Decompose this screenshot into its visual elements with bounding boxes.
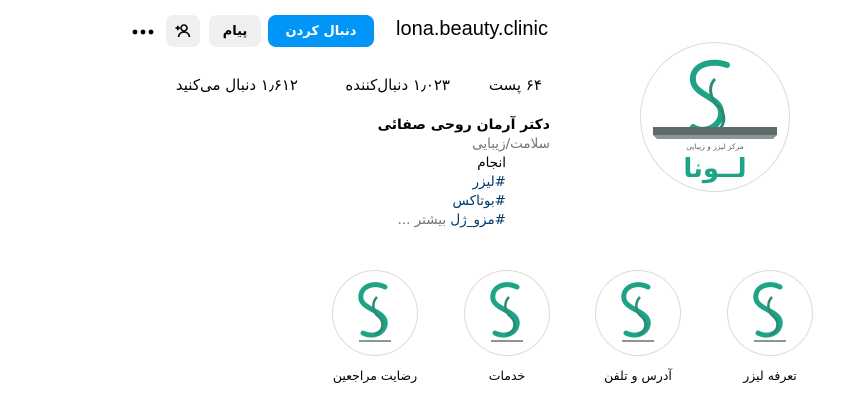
highlight-item[interactable]: خدمات [463, 270, 551, 383]
highlight-item[interactable]: تعرفه لیزر [726, 270, 814, 383]
lona-s-logo-icon [490, 282, 523, 342]
suggest-user-button[interactable] [166, 15, 200, 47]
highlight-label: خدمات [488, 368, 526, 383]
add-person-icon [175, 24, 191, 38]
profile-username: lona.beauty.clinic [396, 18, 548, 40]
bio-name: دکتر آرمان روحی صفائی [377, 117, 550, 133]
highlight-cover[interactable] [727, 270, 813, 356]
profile-bio: دکتر آرمان روحی صفائی سلامت/زیبایی انجام… [378, 116, 550, 230]
more-options-button[interactable] [128, 20, 158, 44]
highlight-label: تعرفه لیزر [743, 368, 797, 383]
highlight-label: رضایت مراجعین [332, 368, 418, 383]
message-button[interactable]: پیام [209, 15, 261, 47]
highlight-cover[interactable] [464, 270, 550, 356]
hashtag-link[interactable]: #لیزر [473, 174, 506, 190]
ellipsis-icon [132, 29, 154, 35]
logo-tagline: مرکز لیزر و زیبایی [686, 142, 744, 151]
logo-brand: لــونا [683, 154, 746, 184]
bio-category: سلامت/زیبایی [472, 136, 550, 152]
highlight-cover[interactable] [332, 270, 418, 356]
highlight-item[interactable]: آدرس و تلفن [594, 270, 682, 383]
followers-count[interactable]: ۱٫۰۲۳ دنبال‌کننده [345, 76, 450, 94]
bio-text-line: انجام [477, 155, 506, 171]
hashtag-link[interactable]: #مزو_ژل [450, 212, 506, 228]
lona-s-logo-icon [621, 282, 654, 342]
profile-avatar[interactable]: مرکز لیزر و زیبایی لــونا [640, 42, 790, 192]
lona-s-logo-icon [358, 282, 391, 342]
more-link[interactable]: بیشتر ... [398, 212, 447, 228]
posts-count: ۶۴ پست [488, 76, 542, 94]
following-count[interactable]: ۱٫۶۱۲ دنبال می‌کنید [176, 76, 298, 94]
follow-button[interactable]: دنبال کردن [268, 15, 374, 47]
lona-s-logo-icon [753, 282, 786, 342]
highlight-cover[interactable] [595, 270, 681, 356]
lona-logo: مرکز لیزر و زیبایی لــونا [653, 59, 777, 184]
hashtag-link[interactable]: #بوتاکس [452, 193, 506, 209]
highlight-label: آدرس و تلفن [604, 368, 672, 383]
highlight-item[interactable]: رضایت مراجعین [331, 270, 419, 383]
